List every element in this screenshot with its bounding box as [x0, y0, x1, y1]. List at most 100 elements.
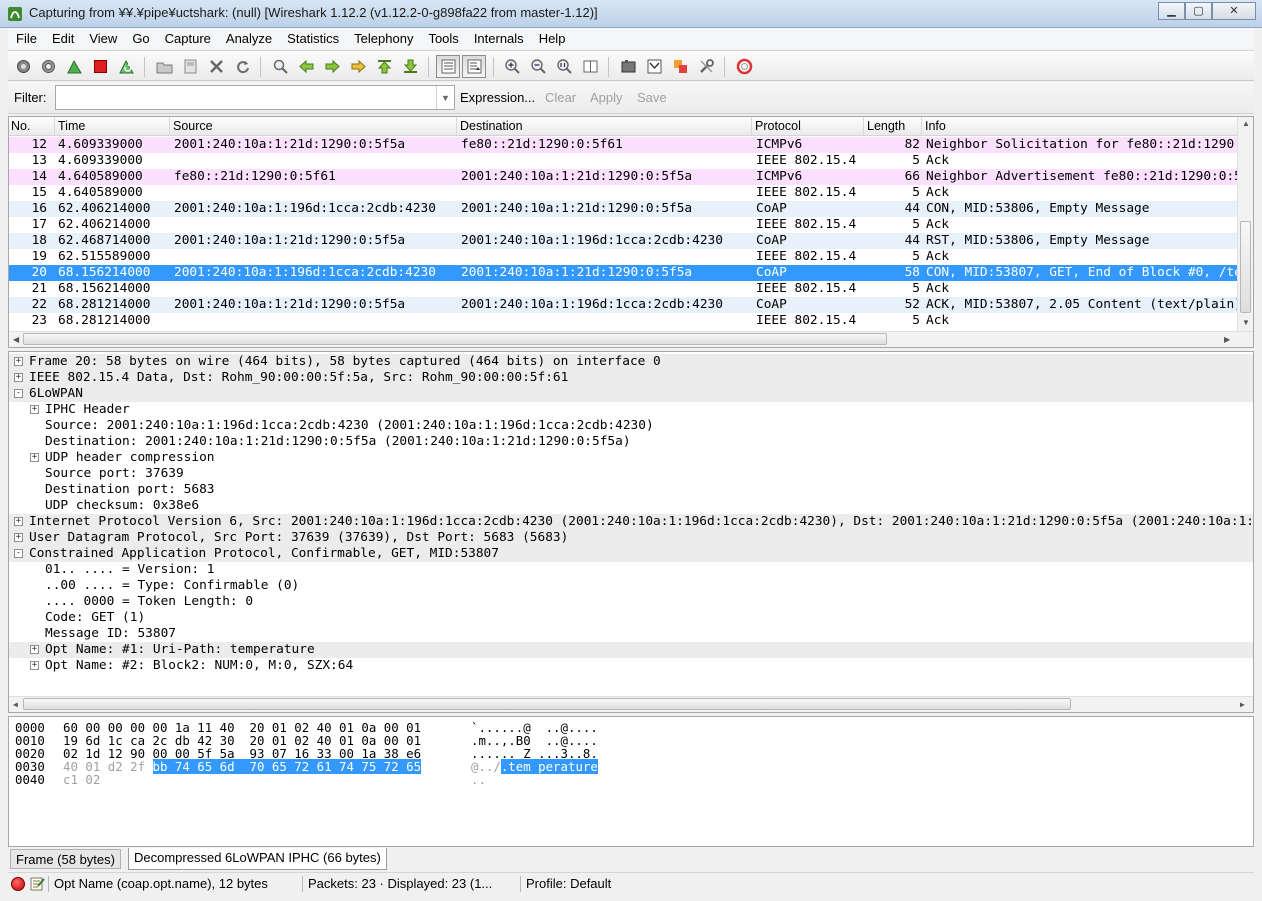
- menu-file[interactable]: File: [8, 31, 44, 46]
- restart-capture-icon[interactable]: [116, 57, 136, 76]
- column-destination[interactable]: Destination: [460, 119, 523, 133]
- column-source[interactable]: Source: [173, 119, 213, 133]
- bytes-hex[interactable]: c1 02: [63, 773, 100, 786]
- help-icon[interactable]: [734, 57, 754, 76]
- filter-dropdown-icon[interactable]: ▼: [436, 86, 454, 109]
- menu-telephony[interactable]: Telephony: [346, 31, 420, 46]
- go-forward-icon[interactable]: [322, 57, 342, 76]
- column-length[interactable]: Length: [867, 119, 905, 133]
- detail-row[interactable]: + UDP header compression: [9, 450, 1253, 466]
- colorize-icon[interactable]: [436, 55, 460, 78]
- go-first-icon[interactable]: [374, 57, 394, 76]
- packet-row[interactable]: 17 62.406214000 IEEE 802.15.4 5 Ack: [9, 217, 1239, 233]
- filter-input[interactable]: [56, 86, 436, 109]
- tab-frame-bytes[interactable]: Frame (58 bytes): [10, 849, 121, 869]
- detail-row[interactable]: .... 0000 = Token Length: 0: [9, 594, 1253, 610]
- scroll-thumb[interactable]: [23, 698, 1071, 710]
- expression-button[interactable]: Expression...: [460, 90, 535, 105]
- save-file-icon[interactable]: [180, 57, 200, 76]
- column-info[interactable]: Info: [925, 119, 946, 133]
- scroll-left-icon[interactable]: ◀: [13, 700, 18, 709]
- detail-row[interactable]: + IEEE 802.15.4 Data, Dst: Rohm_90:00:00:…: [9, 370, 1253, 386]
- column-protocol[interactable]: Protocol: [755, 119, 801, 133]
- clear-button[interactable]: Clear: [545, 90, 576, 105]
- resize-columns-icon[interactable]: [580, 57, 600, 76]
- detail-row[interactable]: + Opt Name: #2: Block2: NUM:0, M:0, SZX:6…: [9, 658, 1253, 674]
- detail-row[interactable]: + Internet Protocol Version 6, Src: 2001:…: [9, 514, 1253, 530]
- packet-row[interactable]: 18 62.468714000 2001:240:10a:1:21d:1290:0:…: [9, 233, 1239, 249]
- zoom-in-icon[interactable]: [502, 57, 522, 76]
- packet-row[interactable]: 13 4.609339000 IEEE 802.15.4 5 Ack: [9, 153, 1239, 169]
- scroll-up-icon[interactable]: ▲: [1242, 119, 1250, 128]
- scroll-thumb[interactable]: [1240, 221, 1251, 313]
- open-file-icon[interactable]: [154, 57, 174, 76]
- scroll-right-icon[interactable]: ▶: [1240, 700, 1245, 709]
- preferences-icon[interactable]: [696, 57, 716, 76]
- column-no[interactable]: No.: [11, 119, 30, 133]
- go-last-icon[interactable]: [400, 57, 420, 76]
- menu-edit[interactable]: Edit: [44, 31, 81, 46]
- bytes-ascii[interactable]: ..: [471, 773, 486, 786]
- expand-icon[interactable]: +: [14, 533, 23, 542]
- go-to-packet-icon[interactable]: [348, 57, 368, 76]
- menu-capture[interactable]: Capture: [157, 31, 218, 46]
- menu-go[interactable]: Go: [124, 31, 156, 46]
- expand-icon[interactable]: +: [30, 453, 39, 462]
- packet-row[interactable]: 15 4.640589000 IEEE 802.15.4 5 Ack: [9, 185, 1239, 201]
- status-packets[interactable]: Packets: 23 · Displayed: 23 (1...: [308, 876, 492, 891]
- zoom-out-icon[interactable]: [528, 57, 548, 76]
- detail-row[interactable]: Destination port: 5683: [9, 482, 1253, 498]
- packet-list-hscrollbar[interactable]: ◀ ▶: [9, 331, 1253, 347]
- coloring-rules-icon[interactable]: [670, 57, 690, 76]
- packet-row[interactable]: 16 62.406214000 2001:240:10a:1:196d:1cca:2…: [9, 201, 1239, 217]
- bytes-ascii[interactable]: @../.tem perature: [471, 759, 598, 774]
- detail-row[interactable]: Source port: 37639: [9, 466, 1253, 482]
- reload-icon[interactable]: [232, 57, 252, 76]
- packet-list-vscrollbar[interactable]: ▲ ▼: [1237, 117, 1253, 331]
- normal-size-icon[interactable]: [554, 57, 574, 76]
- expand-icon[interactable]: +: [14, 373, 23, 382]
- expand-icon[interactable]: +: [14, 357, 23, 366]
- apply-button[interactable]: Apply: [590, 90, 623, 105]
- detail-row[interactable]: + IPHC Header: [9, 402, 1253, 418]
- detail-row[interactable]: - Constrained Application Protocol, Confi…: [9, 546, 1253, 562]
- detail-row[interactable]: UDP checksum: 0x38e6: [9, 498, 1253, 514]
- bytes-hex[interactable]: 40 01 d2 2f bb 74 65 6d 70 65 72 61 74 7…: [63, 759, 422, 774]
- maximize-button[interactable]: ▢: [1185, 2, 1212, 20]
- filter-field[interactable]: ▼: [55, 85, 455, 110]
- status-profile[interactable]: Profile: Default: [526, 876, 611, 891]
- packet-row[interactable]: 20 68.156214000 2001:240:10a:1:196d:1cca:2…: [9, 265, 1239, 281]
- scroll-right-icon[interactable]: ▶: [1224, 335, 1230, 344]
- interface-list-icon[interactable]: [13, 57, 33, 76]
- start-capture-icon[interactable]: [64, 57, 84, 76]
- menu-help[interactable]: Help: [531, 31, 573, 46]
- save-filter-button[interactable]: Save: [637, 90, 667, 105]
- detail-row[interactable]: Destination: 2001:240:10a:1:21d:1290:0:5…: [9, 434, 1253, 450]
- display-filters-icon[interactable]: [644, 57, 664, 76]
- close-file-icon[interactable]: [206, 57, 226, 76]
- packet-row[interactable]: 19 62.515589000 IEEE 802.15.4 5 Ack: [9, 249, 1239, 265]
- collapse-icon[interactable]: -: [14, 549, 23, 558]
- packet-row[interactable]: 14 4.640589000 fe80::21d:1290:0:5f61 2001:2…: [9, 169, 1239, 185]
- capture-options-icon[interactable]: [38, 57, 58, 76]
- packet-row[interactable]: 21 68.156214000 IEEE 802.15.4 5 Ack: [9, 281, 1239, 297]
- expert-info-icon[interactable]: [11, 877, 25, 891]
- find-packet-icon[interactable]: [270, 57, 290, 76]
- expand-icon[interactable]: +: [30, 645, 39, 654]
- close-button[interactable]: ✕: [1212, 2, 1256, 20]
- collapse-icon[interactable]: -: [14, 389, 23, 398]
- tab-decompressed-bytes[interactable]: Decompressed 6LoWPAN IPHC (66 bytes): [128, 848, 387, 870]
- scroll-thumb[interactable]: [23, 333, 887, 345]
- minimize-button[interactable]: ▁: [1158, 2, 1185, 20]
- menu-analyze[interactable]: Analyze: [218, 31, 279, 46]
- detail-row[interactable]: Source: 2001:240:10a:1:196d:1cca:2cdb:42…: [9, 418, 1253, 434]
- scroll-down-icon[interactable]: ▼: [1242, 318, 1250, 327]
- detail-row[interactable]: Message ID: 53807: [9, 626, 1253, 642]
- capture-comments-icon[interactable]: [29, 876, 45, 892]
- detail-row[interactable]: + Opt Name: #1: Uri-Path: temperature: [9, 642, 1253, 658]
- detail-row[interactable]: + User Datagram Protocol, Src Port: 37639…: [9, 530, 1253, 546]
- packet-row[interactable]: 22 68.281214000 2001:240:10a:1:21d:1290:0:…: [9, 297, 1239, 313]
- go-back-icon[interactable]: [296, 57, 316, 76]
- expand-icon[interactable]: +: [30, 661, 39, 670]
- detail-row[interactable]: + Frame 20: 58 bytes on wire (464 bits), …: [9, 354, 1253, 370]
